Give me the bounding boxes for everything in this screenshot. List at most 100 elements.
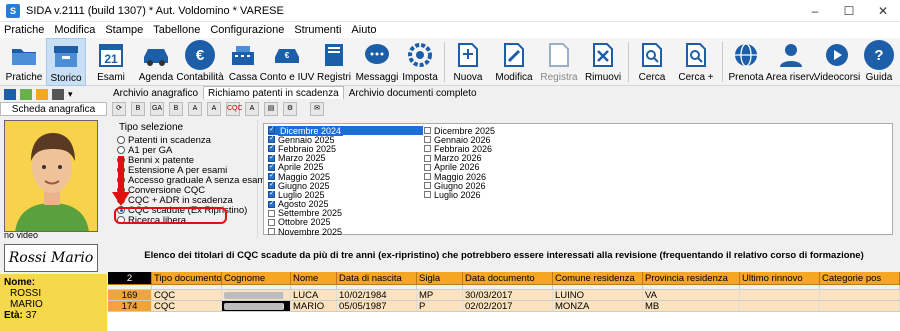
toolbar-pratiche-button[interactable]: Pratiche bbox=[2, 38, 46, 86]
monitor-icon[interactable] bbox=[52, 88, 64, 100]
toolbar-contabilita-button[interactable]: € Contabilità bbox=[176, 38, 224, 86]
col-sigla[interactable]: Sigla bbox=[417, 272, 463, 284]
menu-configurazione[interactable]: Configurazione bbox=[210, 24, 284, 36]
col-tipo-documento[interactable]: Tipo documento bbox=[152, 272, 222, 284]
month-item[interactable]: Novembre 2025 bbox=[268, 227, 423, 237]
license-b-icon[interactable]: B bbox=[131, 102, 145, 116]
annotation-highlight bbox=[114, 207, 227, 224]
menu-modifica[interactable]: Modifica bbox=[54, 24, 95, 36]
toolbar-messaggi-button[interactable]: Messaggi bbox=[356, 38, 398, 86]
month-checkbox[interactable] bbox=[424, 127, 431, 135]
month-checkbox[interactable] bbox=[268, 134, 275, 144]
pen-icon[interactable] bbox=[36, 88, 48, 100]
close-button[interactable]: ✕ bbox=[866, 0, 900, 22]
license-a-alt-icon[interactable]: A bbox=[207, 102, 221, 116]
month-checkbox[interactable] bbox=[268, 228, 275, 236]
toolbar-rimuovi-button[interactable]: Rimuovi bbox=[584, 38, 622, 86]
license-ga-icon[interactable]: GA bbox=[150, 102, 164, 116]
window-title: SIDA v.2111 (build 1307) * Aut. Voldomin… bbox=[26, 4, 284, 17]
col-data-documento[interactable]: Data documento bbox=[463, 272, 553, 284]
cell-rinnovo bbox=[740, 301, 820, 311]
toolbar-storico-button[interactable]: Storico bbox=[46, 38, 86, 86]
contact-card-icon[interactable] bbox=[4, 88, 16, 100]
month-checkbox[interactable] bbox=[268, 171, 275, 181]
toolbar-area-riservata-button[interactable]: Area riserv. bbox=[766, 38, 816, 86]
menu-strumenti[interactable]: Strumenti bbox=[294, 24, 341, 36]
col-data-nascita[interactable]: Data di nascita bbox=[337, 272, 417, 284]
adr-icon[interactable]: A bbox=[245, 102, 259, 116]
radio-button[interactable] bbox=[117, 146, 125, 154]
col-cognome[interactable]: Cognome bbox=[222, 272, 291, 284]
toolbar-cerca-plus-button[interactable]: Cerca + bbox=[676, 38, 716, 86]
month-checkbox[interactable] bbox=[268, 143, 275, 153]
month-checkbox[interactable] bbox=[268, 199, 275, 208]
selection-option[interactable]: A1 per GA bbox=[117, 145, 257, 156]
month-checkbox[interactable] bbox=[268, 125, 275, 135]
col-comune-residenza[interactable]: Comune residenza bbox=[553, 272, 643, 284]
menu-tabellone[interactable]: Tabellone bbox=[153, 24, 200, 36]
toolbar-agenda-button[interactable]: Agenda bbox=[136, 38, 176, 86]
toolbar-esami-button[interactable]: 21 Esami bbox=[92, 38, 130, 86]
selection-option[interactable]: Accesso graduale A senza esame bbox=[117, 175, 271, 186]
month-checkbox[interactable] bbox=[424, 173, 431, 181]
selection-option[interactable]: Patenti in scadenza bbox=[117, 135, 257, 146]
scheda-anagrafica-header[interactable]: Scheda anagrafica bbox=[0, 102, 107, 116]
col-ultimo-rinnovo[interactable]: Ultimo rinnovo bbox=[740, 272, 820, 284]
toolbar-cassa-button[interactable]: Cassa bbox=[225, 38, 261, 86]
toolbar-imposta-button[interactable]: Imposta bbox=[402, 38, 438, 86]
selection-option[interactable]: Conversione CQC bbox=[117, 185, 257, 196]
chat-bubble-icon bbox=[361, 39, 393, 71]
toolbar-prenota-button[interactable]: Prenota bbox=[728, 38, 764, 86]
tab-richiamo-patenti[interactable]: Richiamo patenti in scadenza bbox=[203, 86, 344, 99]
cqc-icon[interactable]: CQC bbox=[226, 102, 243, 116]
license-a-icon[interactable]: A bbox=[188, 102, 202, 116]
month-checkbox[interactable] bbox=[268, 180, 275, 190]
menu-stampe[interactable]: Stampe bbox=[105, 24, 143, 36]
toolbar-conto-iuv-button[interactable]: € Conto e IUV bbox=[260, 38, 314, 86]
toolbar-guida-button[interactable]: ? Guida bbox=[860, 38, 898, 86]
radio-button[interactable] bbox=[117, 136, 125, 144]
menu-pratiche[interactable]: Pratiche bbox=[4, 24, 44, 36]
month-checkbox[interactable] bbox=[268, 189, 275, 199]
month-checkbox[interactable] bbox=[424, 163, 431, 171]
maximize-button[interactable]: ☐ bbox=[832, 0, 866, 22]
image-icon[interactable] bbox=[20, 88, 32, 100]
dropdown-arrow-icon[interactable]: ▾ bbox=[68, 89, 80, 100]
month-checkbox[interactable] bbox=[268, 218, 275, 226]
minimize-button[interactable]: – bbox=[798, 0, 832, 22]
selection-title: Tipo selezione bbox=[119, 122, 184, 133]
col-categorie[interactable]: Categorie pos bbox=[820, 272, 900, 284]
month-checkbox[interactable] bbox=[424, 145, 431, 153]
month-checkbox[interactable] bbox=[424, 154, 431, 162]
month-checkbox[interactable] bbox=[268, 153, 275, 162]
table-row[interactable]: 169 CQC LUCA 10/02/1984 MP 30/03/2017 LU… bbox=[108, 290, 900, 301]
month-checkbox[interactable] bbox=[268, 209, 275, 217]
menu-aiuto[interactable]: Aiuto bbox=[351, 24, 376, 36]
toolbar-modifica-button[interactable]: Modifica bbox=[494, 38, 534, 86]
license-b-plus-icon[interactable]: B bbox=[169, 102, 183, 116]
tab-archivio-documenti[interactable]: Archivio documenti completo bbox=[344, 86, 482, 99]
tab-archivio-anagrafico[interactable]: Archivio anagrafico bbox=[108, 86, 203, 99]
month-checkbox[interactable] bbox=[424, 182, 431, 190]
print-icon[interactable]: ▤ bbox=[264, 102, 278, 116]
selection-option[interactable]: Estensione A per esami bbox=[117, 165, 257, 176]
month-checkbox[interactable] bbox=[424, 191, 431, 199]
settings-icon[interactable]: ⚙ bbox=[283, 102, 297, 116]
selection-option[interactable]: Benni x patente bbox=[117, 155, 257, 166]
toolbar-videocorsi-button[interactable]: Videocorsi bbox=[814, 38, 860, 86]
month-item[interactable]: Luglio 2026 bbox=[424, 190, 495, 200]
selection-option[interactable]: CQC + ADR in scadenza bbox=[117, 195, 257, 206]
table-row[interactable]: 174 CQC MARIO 05/05/1987 P 02/02/2017 MO… bbox=[108, 301, 900, 312]
message-icon[interactable]: ✉ bbox=[310, 102, 324, 116]
toolbar-registri-button[interactable]: Registri bbox=[314, 38, 354, 86]
col-nome[interactable]: Nome bbox=[291, 272, 337, 284]
month-checkbox[interactable] bbox=[268, 162, 275, 171]
toolbar-nuova-button[interactable]: Nuova bbox=[450, 38, 486, 86]
calendar-21-icon: 21 bbox=[95, 39, 127, 71]
col-provincia-residenza[interactable]: Provincia residenza bbox=[643, 272, 740, 284]
refresh-icon[interactable]: ⟳ bbox=[112, 102, 126, 116]
month-checkbox[interactable] bbox=[424, 136, 431, 144]
toolbar-cerca-button[interactable]: Cerca bbox=[634, 38, 670, 86]
avatar-illustration bbox=[5, 121, 97, 231]
toolbar-registra-button[interactable]: Registra bbox=[538, 38, 580, 86]
